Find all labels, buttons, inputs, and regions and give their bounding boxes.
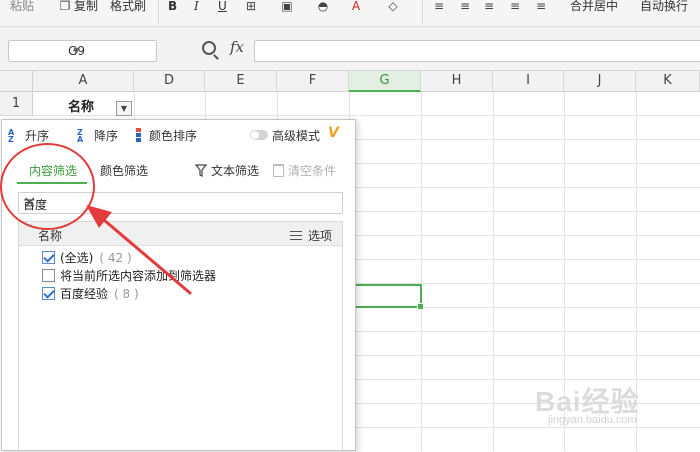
watermark-url: jingyan.baidu.com xyxy=(548,414,637,426)
